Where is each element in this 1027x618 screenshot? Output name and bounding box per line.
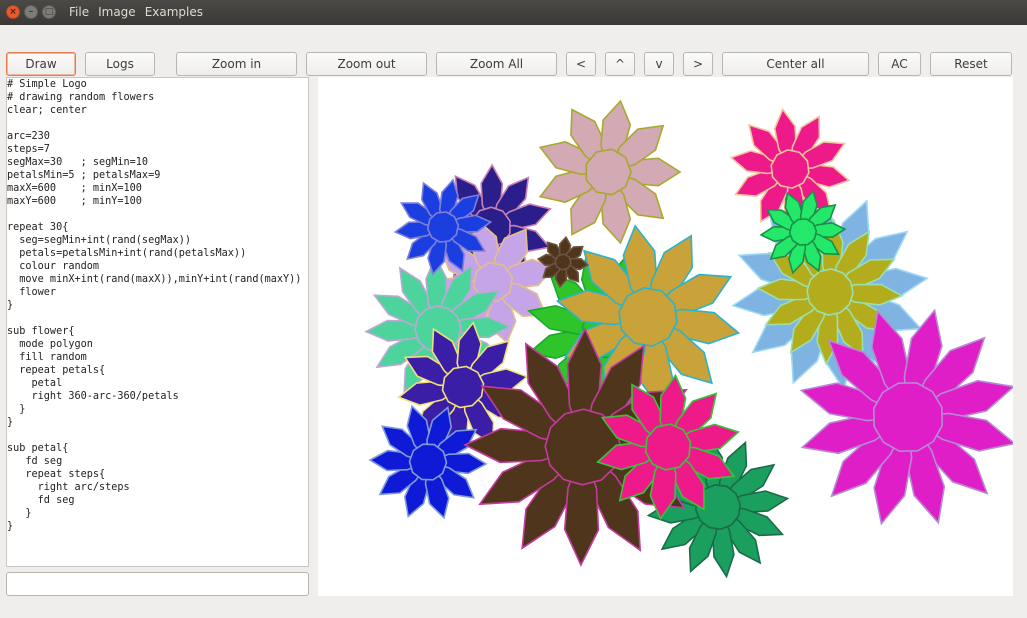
- center-all-button[interactable]: Center all: [722, 52, 869, 76]
- flower-drawing: [364, 99, 1013, 579]
- flower: [799, 308, 1013, 526]
- code-text[interactable]: # Simple Logo # drawing random flowers c…: [7, 78, 308, 533]
- pan-right-button[interactable]: >: [683, 52, 713, 76]
- code-editor[interactable]: # Simple Logo # drawing random flowers c…: [6, 77, 309, 567]
- flower-center: [441, 365, 485, 409]
- reset-button[interactable]: Reset: [930, 52, 1012, 76]
- flower-center: [585, 148, 632, 196]
- minimize-window-icon[interactable]: –: [24, 5, 38, 19]
- flower-center: [408, 443, 448, 481]
- menu-file[interactable]: File: [69, 4, 89, 21]
- flower-center: [872, 381, 944, 453]
- draw-button[interactable]: Draw: [6, 52, 76, 76]
- flower-center: [554, 253, 572, 271]
- maximize-window-icon[interactable]: □: [42, 5, 56, 19]
- menu-bar: File Image Examples: [69, 4, 203, 21]
- zoom-all-button[interactable]: Zoom All: [436, 52, 557, 76]
- pan-down-button[interactable]: v: [644, 52, 674, 76]
- command-input[interactable]: [6, 572, 309, 596]
- menu-image[interactable]: Image: [98, 4, 136, 21]
- flower-center: [618, 286, 678, 348]
- ac-button[interactable]: AC: [878, 52, 921, 76]
- menu-examples[interactable]: Examples: [145, 4, 203, 21]
- flower-center: [644, 423, 692, 471]
- flower-center: [806, 268, 854, 316]
- flower-center: [770, 149, 810, 189]
- drawing-canvas[interactable]: [318, 77, 1013, 596]
- pan-left-button[interactable]: <: [566, 52, 596, 76]
- title-bar: × – □ File Image Examples: [0, 0, 1027, 25]
- zoom-out-button[interactable]: Zoom out: [306, 52, 427, 76]
- logs-button[interactable]: Logs: [85, 52, 155, 76]
- flower-center: [788, 218, 818, 246]
- pan-up-button[interactable]: ^: [605, 52, 635, 76]
- flower-center: [426, 211, 460, 243]
- flower: [538, 99, 682, 245]
- close-window-icon[interactable]: ×: [6, 5, 20, 19]
- zoom-in-button[interactable]: Zoom in: [176, 52, 297, 76]
